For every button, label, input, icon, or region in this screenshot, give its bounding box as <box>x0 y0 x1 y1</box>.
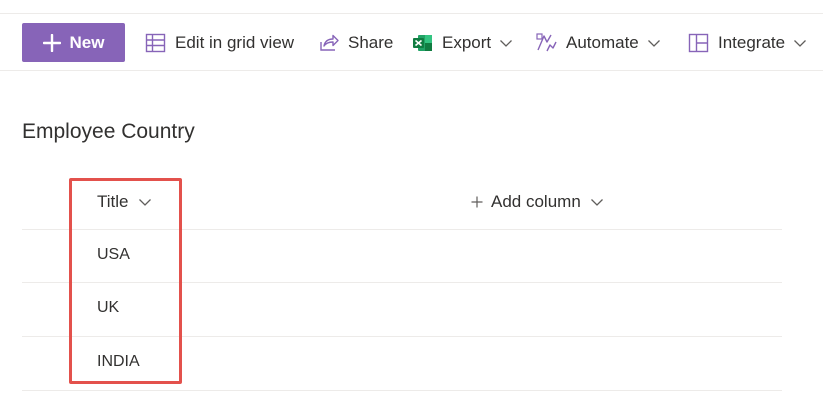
share-icon <box>318 33 339 53</box>
chevron-down-icon <box>647 38 661 48</box>
integrate-icon <box>688 33 709 53</box>
new-button[interactable]: New <box>22 23 125 62</box>
edit-in-grid-view-label: Edit in grid view <box>175 33 295 52</box>
excel-icon <box>412 33 433 53</box>
page: New Edit in grid view Share Export Autom… <box>0 0 823 414</box>
automate-button[interactable]: Automate <box>536 30 661 56</box>
chevron-down-icon <box>138 197 152 207</box>
chevron-down-icon <box>590 197 604 207</box>
table-row[interactable]: UK <box>22 283 782 335</box>
title-cell: INDIA <box>97 353 140 370</box>
export-label: Export <box>442 33 492 52</box>
automate-label: Automate <box>566 33 639 52</box>
add-column-label: Add column <box>491 192 581 211</box>
chevron-down-icon <box>793 38 807 48</box>
title-column-header[interactable]: Title <box>97 192 152 212</box>
title-column-label: Title <box>97 192 129 211</box>
plus-icon <box>42 33 61 52</box>
title-cell: UK <box>97 299 120 316</box>
grid-icon <box>145 33 166 53</box>
integrate-label: Integrate <box>718 33 786 52</box>
share-button[interactable]: Share <box>318 30 393 56</box>
add-column-button[interactable]: Add column <box>471 192 604 212</box>
integrate-button[interactable]: Integrate <box>688 30 807 56</box>
edit-in-grid-view-button[interactable]: Edit in grid view <box>145 30 294 56</box>
automate-icon <box>536 33 557 53</box>
table-row[interactable]: INDIA <box>22 337 782 389</box>
table-row[interactable]: USA <box>22 230 782 282</box>
plus-icon <box>471 196 483 208</box>
chevron-down-icon <box>499 38 513 48</box>
command-bar: New Edit in grid view Share Export Autom… <box>0 13 823 71</box>
title-cell: USA <box>97 246 130 263</box>
export-button[interactable]: Export <box>412 30 513 56</box>
new-button-label: New <box>69 32 105 52</box>
share-label: Share <box>348 33 394 52</box>
row-divider <box>22 390 782 391</box>
list-title: Employee Country <box>22 120 195 143</box>
